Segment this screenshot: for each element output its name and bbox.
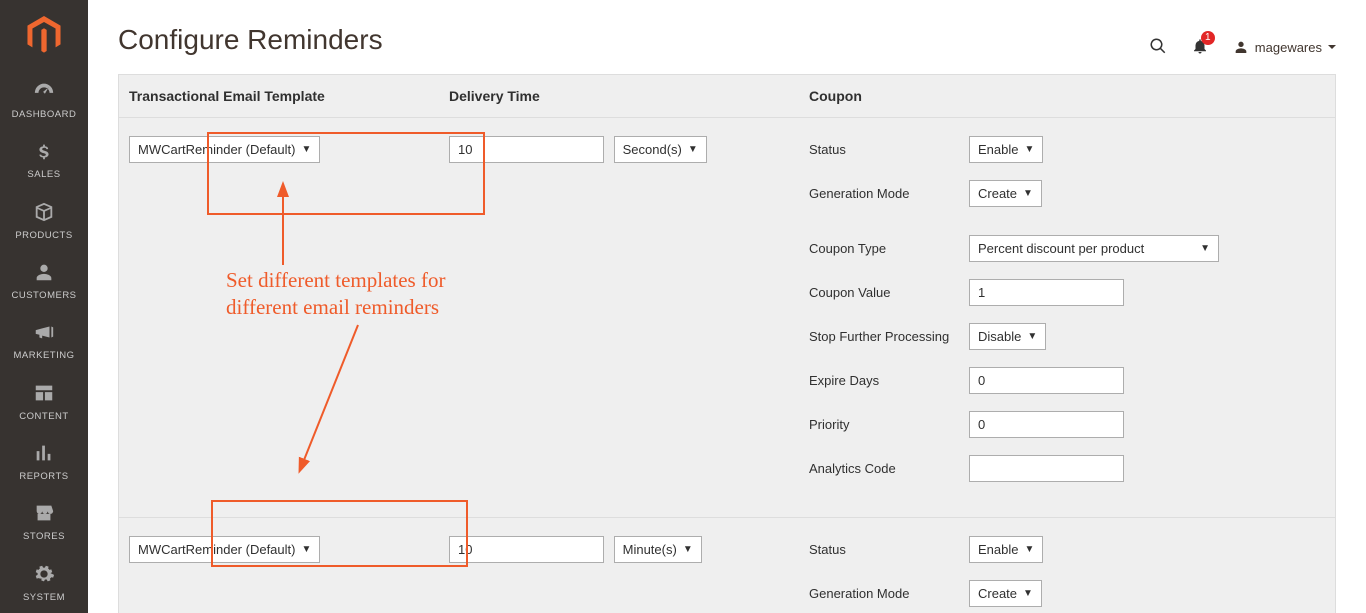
- delivery-value-input[interactable]: [449, 536, 604, 563]
- top-bar: Configure Reminders 1 magewares: [88, 0, 1366, 74]
- search-icon[interactable]: [1149, 37, 1167, 58]
- analytics-label: Analytics Code: [809, 461, 969, 476]
- annotation-text: Set different templates for different em…: [226, 267, 445, 322]
- notification-badge: 1: [1201, 31, 1215, 45]
- delivery-value-input[interactable]: [449, 136, 604, 163]
- dollar-icon: [33, 140, 55, 165]
- cval-label: Coupon Value: [809, 285, 969, 300]
- reminder-row: MWCartReminder (Default) ▼ Minute(s) ▼ S…: [118, 518, 1336, 613]
- chevron-down-icon: ▼: [688, 144, 698, 155]
- sidebar-item-sales[interactable]: SALES: [0, 130, 88, 190]
- delivery-cell: Minute(s) ▼: [439, 518, 799, 613]
- person-icon: [33, 261, 55, 286]
- priority-label: Priority: [809, 417, 969, 432]
- priority-input[interactable]: [969, 411, 1124, 438]
- chevron-down-icon: ▼: [1027, 331, 1037, 342]
- stop-select[interactable]: Disable▼: [969, 323, 1046, 350]
- sidebar-item-label: MARKETING: [14, 350, 75, 361]
- delivery-cell: Second(s) ▼: [439, 118, 799, 517]
- template-select[interactable]: MWCartReminder (Default) ▼: [129, 136, 320, 163]
- chevron-down-icon: ▼: [683, 544, 693, 555]
- account-name: magewares: [1255, 40, 1322, 55]
- cval-input[interactable]: [969, 279, 1124, 306]
- sidebar-item-label: DASHBOARD: [12, 109, 77, 120]
- status-select[interactable]: Enable▼: [969, 536, 1043, 563]
- sidebar-item-marketing[interactable]: MARKETING: [0, 311, 88, 371]
- box-icon: [33, 201, 55, 226]
- megaphone-icon: [33, 321, 55, 346]
- chevron-down-icon: ▼: [1024, 544, 1034, 555]
- sidebar-item-label: CUSTOMERS: [11, 290, 76, 301]
- status-label: Status: [809, 542, 969, 557]
- bell-icon[interactable]: 1: [1191, 37, 1209, 58]
- ctype-select[interactable]: Percent discount per product▼: [969, 235, 1219, 262]
- template-select-value: MWCartReminder (Default): [138, 142, 295, 157]
- genmode-select[interactable]: Create▼: [969, 580, 1042, 607]
- sidebar-item-label: CONTENT: [19, 411, 68, 422]
- delivery-unit-select[interactable]: Second(s) ▼: [614, 136, 707, 163]
- gauge-icon: [33, 80, 55, 105]
- template-select[interactable]: MWCartReminder (Default) ▼: [129, 536, 320, 563]
- sidebar-item-label: SYSTEM: [23, 592, 65, 603]
- chevron-down-icon: [1328, 45, 1336, 53]
- sidebar-item-label: REPORTS: [19, 471, 68, 482]
- delivery-unit-select[interactable]: Minute(s) ▼: [614, 536, 702, 563]
- status-select[interactable]: Enable▼: [969, 136, 1043, 163]
- magento-logo[interactable]: [0, 0, 88, 70]
- chevron-down-icon: ▼: [1024, 144, 1034, 155]
- col-delivery: Delivery Time: [439, 75, 799, 117]
- genmode-select[interactable]: Create▼: [969, 180, 1042, 207]
- template-select-value: MWCartReminder (Default): [138, 542, 295, 557]
- sidebar-item-label: SALES: [27, 169, 60, 180]
- status-label: Status: [809, 142, 969, 157]
- stop-label: Stop Further Processing: [809, 329, 969, 344]
- chevron-down-icon: ▼: [301, 544, 311, 555]
- expire-input[interactable]: [969, 367, 1124, 394]
- delivery-unit-value: Second(s): [623, 142, 682, 157]
- store-icon: [33, 502, 55, 527]
- sidebar-item-stores[interactable]: STORES: [0, 492, 88, 552]
- chevron-down-icon: ▼: [1200, 243, 1210, 254]
- chevron-down-icon: ▼: [1023, 588, 1033, 599]
- ctype-label: Coupon Type: [809, 241, 969, 256]
- sidebar-item-label: PRODUCTS: [15, 230, 72, 241]
- bars-icon: [33, 442, 55, 467]
- gear-icon: [33, 563, 55, 588]
- table-header: Transactional Email Template Delivery Ti…: [118, 74, 1336, 118]
- sidebar-item-customers[interactable]: CUSTOMERS: [0, 251, 88, 311]
- sidebar-item-content[interactable]: CONTENT: [0, 372, 88, 432]
- sidebar-item-system[interactable]: SYSTEM: [0, 553, 88, 613]
- chevron-down-icon: ▼: [301, 144, 311, 155]
- chevron-down-icon: ▼: [1023, 188, 1033, 199]
- page-title: Configure Reminders: [118, 12, 383, 74]
- account-menu[interactable]: magewares: [1233, 39, 1336, 55]
- sidebar-item-label: STORES: [23, 531, 65, 542]
- genmode-label: Generation Mode: [809, 586, 969, 601]
- admin-sidebar: DASHBOARD SALES PRODUCTS CUSTOMERS MARKE…: [0, 0, 88, 613]
- user-icon: [1233, 39, 1249, 55]
- col-coupon: Coupon: [799, 75, 1335, 117]
- expire-label: Expire Days: [809, 373, 969, 388]
- sidebar-item-products[interactable]: PRODUCTS: [0, 190, 88, 250]
- sidebar-item-reports[interactable]: REPORTS: [0, 432, 88, 492]
- template-cell: MWCartReminder (Default) ▼: [119, 518, 439, 613]
- col-template: Transactional Email Template: [119, 75, 439, 117]
- delivery-unit-value: Minute(s): [623, 542, 677, 557]
- coupon-cell: Status Enable▼ Generation Mode Create▼: [799, 518, 1335, 613]
- main-content: Configure Reminders 1 magewares Transact…: [88, 0, 1366, 613]
- coupon-cell: Status Enable▼ Generation Mode Create▼ C…: [799, 118, 1335, 517]
- sidebar-item-dashboard[interactable]: DASHBOARD: [0, 70, 88, 130]
- top-actions: 1 magewares: [1149, 37, 1336, 58]
- layout-icon: [33, 382, 55, 407]
- analytics-input[interactable]: [969, 455, 1124, 482]
- genmode-label: Generation Mode: [809, 186, 969, 201]
